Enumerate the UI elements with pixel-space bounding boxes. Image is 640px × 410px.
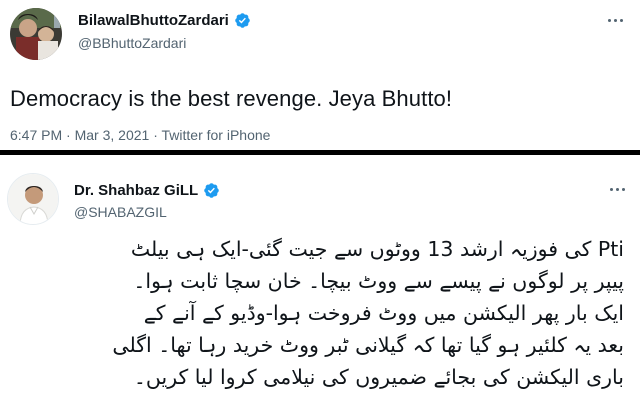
tweet-meta: 6:47 PM · Mar 3, 2021 · Twitter for iPho… xyxy=(10,127,270,143)
avatar-photo xyxy=(8,174,58,224)
author-row: BilawalBhuttoZardari xyxy=(78,12,251,29)
display-name[interactable]: BilawalBhuttoZardari xyxy=(78,12,229,29)
meta-separator: · xyxy=(153,127,158,143)
verified-badge-icon xyxy=(235,13,250,28)
handle[interactable]: @SHABAZGIL xyxy=(74,204,167,220)
more-options-icon[interactable] xyxy=(602,10,628,30)
tweet-shahbaz[interactable]: Dr. Shahbaz GiLL @SHABAZGIL Pti کی فوزیہ… xyxy=(0,155,640,410)
tweet-text-line: پیپر پر لوگوں نے پیسے سے ووٹ بیچا۔ خان س… xyxy=(133,269,624,293)
tweet-text: Democracy is the best revenge. Jeya Bhut… xyxy=(10,86,453,111)
tweet-text-line: باری الیکشن کی بجائے ضمیروں کی نیلامی کر… xyxy=(133,365,624,389)
verified-badge-icon xyxy=(204,183,219,198)
tweet-text-line: بعد یہ کلئیر ہو گیا تھا کہ گیلانی ٹبر وو… xyxy=(112,333,624,357)
display-name[interactable]: Dr. Shahbaz GiLL xyxy=(74,182,198,199)
meta-separator: · xyxy=(66,127,71,143)
tweet-source[interactable]: Twitter for iPhone xyxy=(162,127,271,143)
tweet-text-line: Pti کی فوزیہ ارشد 13 ووٹوں سے جیت گئی-ای… xyxy=(130,237,624,261)
avatar[interactable] xyxy=(10,8,62,60)
tweet-text: Pti کی فوزیہ ارشد 13 ووٹوں سے جیت گئی-ای… xyxy=(14,233,624,393)
handle[interactable]: @BBhuttoZardari xyxy=(78,35,186,51)
tweet-time[interactable]: 6:47 PM xyxy=(10,127,62,143)
more-options-icon[interactable] xyxy=(604,179,630,199)
tweet-date[interactable]: Mar 3, 2021 xyxy=(75,127,150,143)
avatar[interactable] xyxy=(7,173,59,225)
avatar-photo xyxy=(10,8,62,60)
tweet-bilawal[interactable]: BilawalBhuttoZardari @BBhuttoZardari Dem… xyxy=(0,0,640,150)
tweet-text-line: ایک بار پھر الیکشن میں ووٹ فروخت ہوا-وڈی… xyxy=(143,301,624,325)
author-row: Dr. Shahbaz GiLL xyxy=(74,182,220,199)
